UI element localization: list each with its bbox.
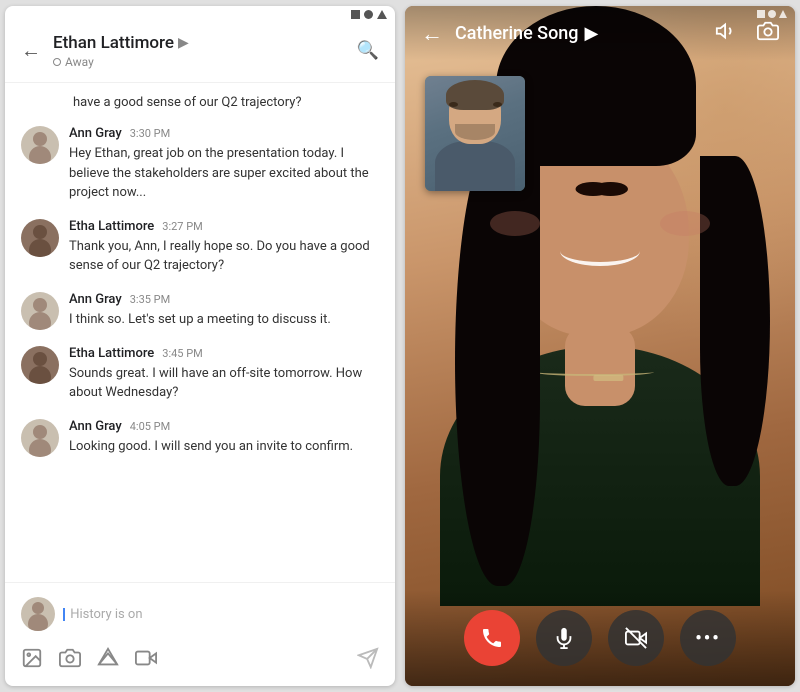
chat-input-area: History is on — [5, 582, 395, 686]
message-meta: Etha Lattimore 3:27 PM — [69, 219, 379, 234]
video-caller-name: Catherine Song ▶ — [455, 23, 715, 44]
status-triangle — [377, 10, 387, 19]
message-sender: Etha Lattimore — [69, 219, 154, 234]
message-time: 3:30 PM — [130, 127, 170, 140]
message-content: Ann Gray 3:35 PM I think so. Let's set u… — [69, 292, 379, 330]
video-header: ← Catherine Song ▶ — [405, 6, 795, 61]
status-circle — [364, 10, 373, 19]
message-time: 3:45 PM — [162, 347, 202, 360]
message-sender: Ann Gray — [69, 292, 122, 307]
self-view — [425, 76, 525, 191]
man-body — [435, 141, 515, 191]
status-square — [351, 10, 360, 19]
end-call-button[interactable] — [464, 610, 520, 666]
chat-status: Away — [53, 55, 357, 69]
message-meta: Etha Lattimore 3:45 PM — [69, 346, 379, 361]
message-time: 4:05 PM — [130, 420, 170, 433]
back-arrow-icon[interactable]: ← — [21, 38, 41, 63]
truncated-message: have a good sense of our Q2 trajectory? — [5, 91, 395, 118]
input-toolbar — [21, 643, 379, 678]
image-icon[interactable] — [21, 647, 43, 674]
contact-arrow-icon: ▶ — [178, 35, 189, 51]
message-sender: Etha Lattimore — [69, 346, 154, 361]
message-row: Etha Lattimore 3:45 PM Sounds great. I w… — [5, 338, 395, 411]
chat-messages: have a good sense of our Q2 trajectory? … — [5, 83, 395, 582]
status-sq2 — [768, 10, 776, 18]
status-sq1 — [757, 10, 765, 18]
message-text: Sounds great. I will have an off-site to… — [69, 364, 379, 403]
message-content: Etha Lattimore 3:45 PM Sounds great. I w… — [69, 346, 379, 403]
message-content: Ann Gray 3:30 PM Hey Ethan, great job on… — [69, 126, 379, 203]
video-off-button[interactable] — [608, 610, 664, 666]
self-view-background — [425, 76, 525, 191]
my-avatar — [21, 597, 55, 631]
message-row: Etha Lattimore 3:27 PM Thank you, Ann, I… — [5, 211, 395, 284]
history-text: History is on — [63, 607, 143, 622]
video-status-bar — [757, 10, 787, 18]
message-text: Thank you, Ann, I really hope so. Do you… — [69, 237, 379, 276]
avatar — [21, 126, 59, 164]
chat-contact-name: Ethan Lattimore ▶ — [53, 33, 357, 53]
send-icon[interactable] — [357, 647, 379, 674]
avatar — [21, 419, 59, 457]
status-dot-icon — [53, 58, 61, 66]
message-meta: Ann Gray 4:05 PM — [69, 419, 379, 434]
message-time: 3:35 PM — [130, 293, 170, 306]
message-time: 3:27 PM — [162, 220, 202, 233]
message-row: Ann Gray 4:05 PM Looking good. I will se… — [5, 411, 395, 465]
speaker-icon[interactable] — [715, 20, 737, 47]
message-content: Ann Gray 4:05 PM Looking good. I will se… — [69, 419, 379, 457]
caller-name-arrow-icon: ▶ — [585, 23, 599, 44]
drive-icon[interactable] — [97, 647, 119, 674]
text-cursor — [63, 608, 65, 621]
video-back-arrow-icon[interactable]: ← — [421, 21, 443, 47]
message-meta: Ann Gray 3:30 PM — [69, 126, 379, 141]
video-header-icons — [715, 20, 779, 47]
camera-flip-icon[interactable] — [757, 20, 779, 47]
message-sender: Ann Gray — [69, 126, 122, 141]
history-bar: History is on — [21, 591, 379, 637]
video-icon[interactable] — [135, 647, 157, 674]
message-text: Looking good. I will send you an invite … — [69, 437, 379, 457]
video-controls: ••• — [405, 590, 795, 686]
search-icon[interactable]: 🔍 — [357, 40, 379, 61]
message-row: Ann Gray 3:35 PM I think so. Let's set u… — [5, 284, 395, 338]
more-options-button[interactable]: ••• — [680, 610, 736, 666]
chat-header-info: Ethan Lattimore ▶ Away — [53, 33, 357, 69]
message-text: Hey Ethan, great job on the presentation… — [69, 144, 379, 203]
message-content: Etha Lattimore 3:27 PM Thank you, Ann, I… — [69, 219, 379, 276]
signal-icon — [779, 10, 787, 18]
camera-icon[interactable] — [59, 647, 81, 674]
avatar — [21, 346, 59, 384]
avatar — [21, 219, 59, 257]
message-sender: Ann Gray — [69, 419, 122, 434]
chat-panel: ← Ethan Lattimore ▶ Away 🔍 have a good s… — [5, 6, 395, 686]
chat-header: ← Ethan Lattimore ▶ Away 🔍 — [5, 19, 395, 83]
avatar — [21, 292, 59, 330]
message-text: I think so. Let's set up a meeting to di… — [69, 310, 379, 330]
microphone-button[interactable] — [536, 610, 592, 666]
message-meta: Ann Gray 3:35 PM — [69, 292, 379, 307]
video-panel: ← Catherine Song ▶ — [405, 6, 795, 686]
message-row: Ann Gray 3:30 PM Hey Ethan, great job on… — [5, 118, 395, 211]
